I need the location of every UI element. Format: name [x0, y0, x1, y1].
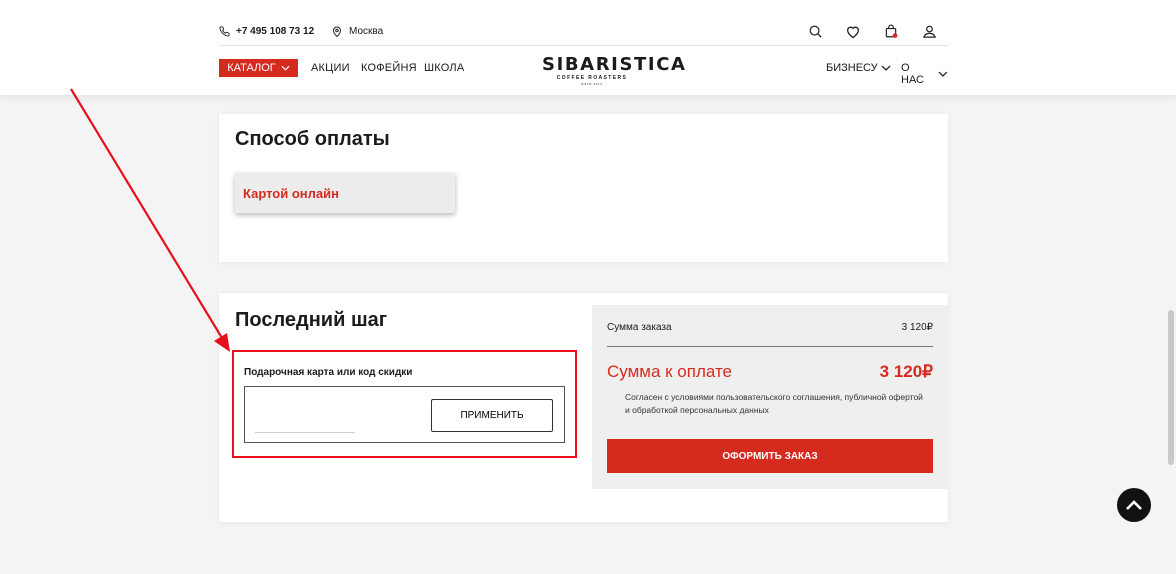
chevron-down-icon [281, 65, 290, 71]
logo-wordmark: SIBARISTICA [542, 54, 687, 75]
order-summary: Сумма заказа 3 120₽ Сумма к оплате 3 120… [592, 305, 948, 489]
chevron-down-icon [938, 71, 948, 77]
order-sum-value: 3 120₽ [901, 322, 933, 333]
catalog-button[interactable]: КАТАЛОГ [219, 59, 298, 77]
chevron-up-icon [1126, 500, 1142, 510]
last-step-card: Последний шаг Подарочная карта или код с… [219, 293, 948, 522]
page-scrollbar[interactable] [1168, 310, 1174, 465]
payment-method-title: Способ оплаты [235, 128, 390, 150]
place-order-button[interactable]: ОФОРМИТЬ ЗАКАЗ [607, 439, 933, 473]
payment-method-card: Способ оплаты Картой онлайн [219, 114, 948, 262]
chevron-down-icon [881, 65, 891, 71]
last-step-title: Последний шаг [235, 309, 388, 331]
total-to-pay-row: Сумма к оплате 3 120₽ [607, 362, 933, 382]
promo-code-box: ПРИМЕНИТЬ [244, 386, 565, 443]
location-pin-icon [332, 26, 342, 37]
nav-link-about[interactable]: О НАС [901, 62, 948, 86]
promo-highlight-frame: Подарочная карта или код скидки ПРИМЕНИТ… [232, 350, 577, 458]
cart-icon[interactable] [872, 24, 910, 39]
total-to-pay-value: 3 120₽ [879, 362, 933, 381]
header-actions [796, 17, 948, 45]
phone-icon [219, 25, 230, 36]
nav-business-label: БИЗНЕСУ [826, 62, 878, 74]
scroll-to-top-button[interactable] [1117, 488, 1151, 522]
phone-number: +7 495 108 73 12 [236, 25, 315, 37]
total-to-pay-label: Сумма к оплате [607, 362, 733, 381]
promo-code-label: Подарочная карта или код скидки [244, 367, 413, 378]
logo-established: ESTD 2014 [581, 82, 603, 86]
nav-about-label: О НАС [901, 62, 924, 86]
nav-link-business[interactable]: БИЗНЕСУ [826, 62, 891, 74]
apply-promo-button[interactable]: ПРИМЕНИТЬ [431, 399, 553, 432]
nav-link-school[interactable]: ШКОЛА [424, 62, 464, 74]
catalog-label: КАТАЛОГ [227, 62, 276, 74]
city-name: Москва [349, 25, 384, 37]
top-bar: +7 495 108 73 12 Москва [219, 17, 948, 46]
site-logo[interactable]: SIBARISTICA COFFEE ROASTERS ESTD 2014 [542, 54, 687, 87]
user-icon[interactable] [910, 24, 948, 39]
promo-code-input[interactable] [255, 402, 355, 433]
summary-divider [607, 346, 933, 347]
nav-link-coffeeshop[interactable]: КОФЕЙНЯ [361, 62, 417, 74]
city-selector[interactable]: Москва [331, 17, 383, 45]
logo-tagline: COFFEE ROASTERS [556, 75, 628, 81]
order-sum-row: Сумма заказа 3 120₽ [607, 322, 933, 333]
nav-link-promotions[interactable]: АКЦИИ [311, 62, 350, 74]
phone-link[interactable]: +7 495 108 73 12 [219, 17, 314, 45]
heart-icon[interactable] [834, 24, 872, 39]
search-icon[interactable] [796, 24, 834, 39]
order-sum-label: Сумма заказа [607, 322, 672, 333]
agreement-text: Согласен с условиями пользовательского с… [625, 392, 923, 415]
payment-option-card-online[interactable]: Картой онлайн [235, 173, 455, 213]
site-header: +7 495 108 73 12 Москва КАТАЛОГ АКЦИИ КО… [0, 0, 1176, 95]
